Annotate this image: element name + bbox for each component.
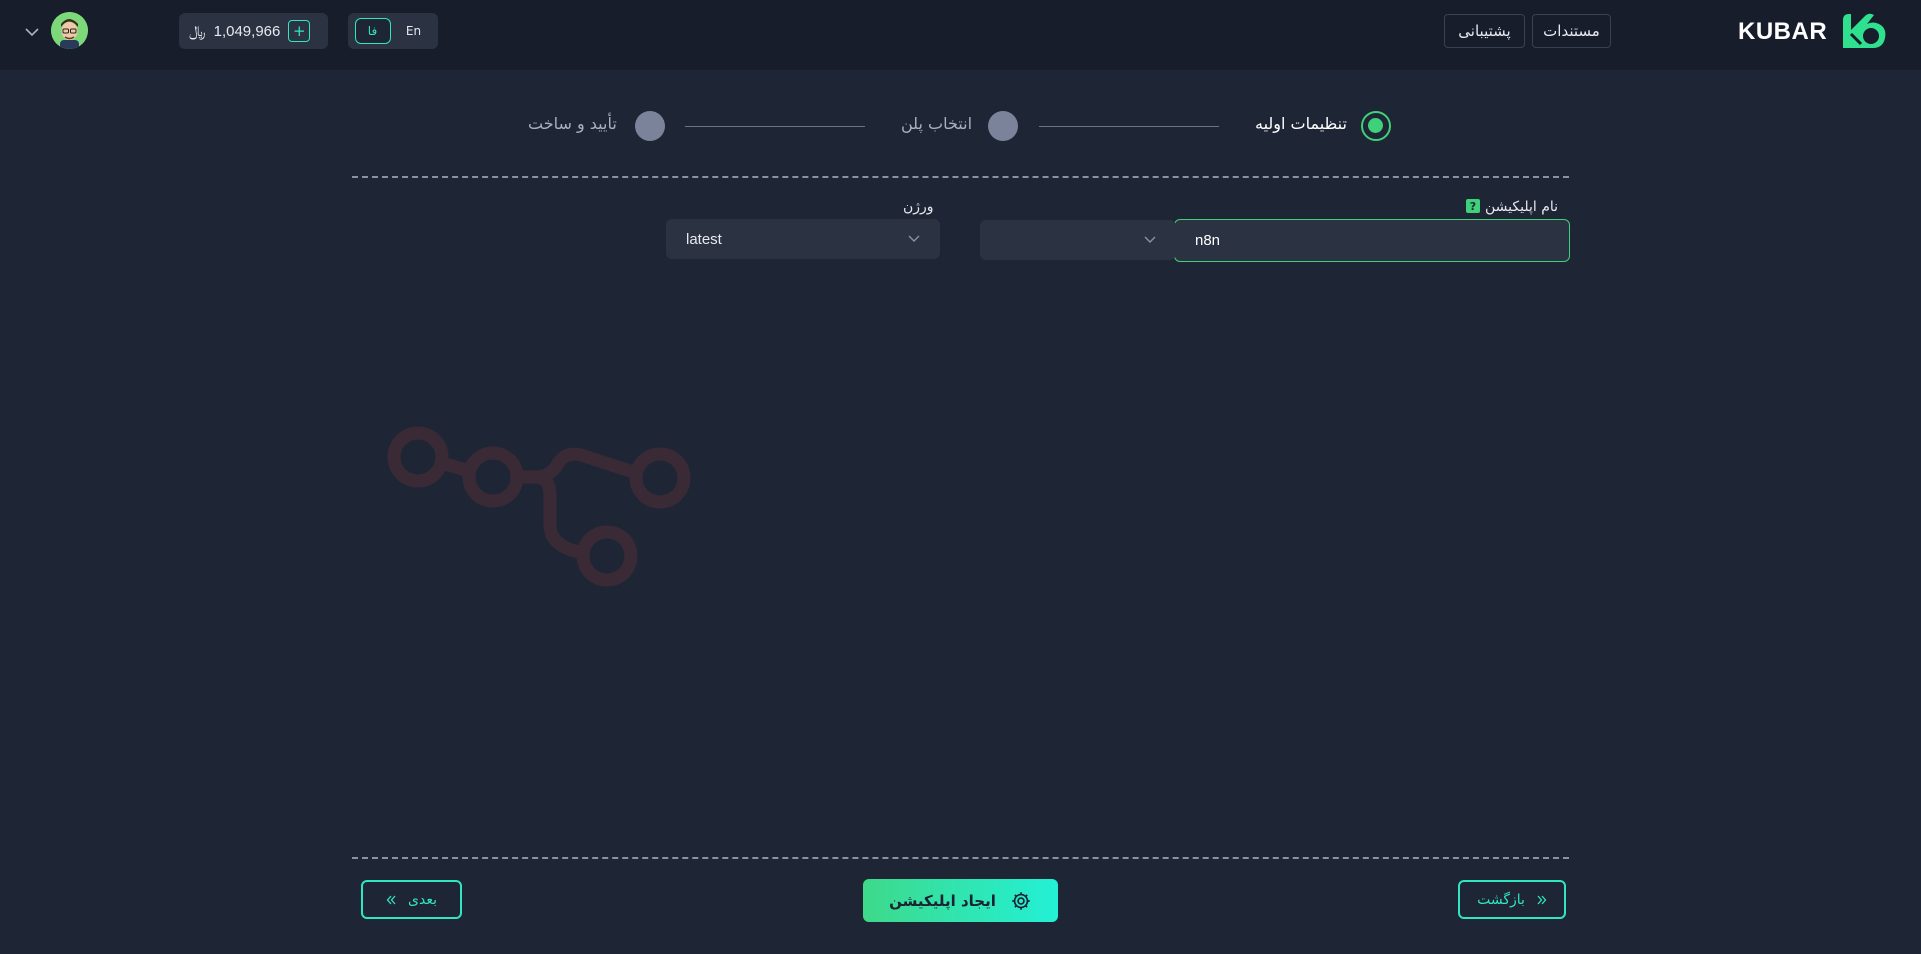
chevron-down-icon [1144,236,1156,243]
image-select[interactable] [980,220,1176,260]
support-link[interactable]: پشتیبانی [1444,14,1525,48]
brand-name: KUBAR [1738,18,1828,45]
help-icon[interactable]: ? [1466,199,1480,213]
app-name-input[interactable] [1174,219,1570,262]
version-select-value: latest [686,230,722,248]
balance-amount: 1,049,966 [213,22,281,40]
app-name-label: نام اپلیکیشن [1485,199,1559,215]
double-chevron-left-icon [386,895,396,904]
currency-icon: ﷼ [189,22,206,40]
divider-bottom [352,857,1569,859]
gear-icon [1012,891,1030,910]
lang-fa-option[interactable]: فا [354,18,391,44]
top-header: + 1,049,966 ﷼ فا En پشتیبانی مستندات KUB… [0,0,1921,70]
step-connector [685,126,865,127]
create-app-button[interactable]: ایجاد اپلیکیشن [863,879,1058,922]
add-credit-button[interactable]: + [288,20,311,42]
next-button-label: بعدی [408,891,437,908]
version-select[interactable]: latest [666,219,940,259]
step-connector [1039,126,1219,127]
step-1-indicator [1361,111,1391,141]
step-2-label: انتخاب پلن [901,114,973,133]
chevron-down-icon [908,235,920,242]
user-avatar[interactable] [51,12,88,49]
brand-logo[interactable]: KUBAR [1738,12,1891,52]
step-2-indicator [988,111,1018,141]
language-switcher: فا En [348,13,438,49]
docs-link[interactable]: مستندات [1532,14,1611,48]
version-label: ورژن [903,199,934,215]
step-3-label: تأیید و ساخت [528,114,617,133]
kubar-cloud-logo [1843,13,1886,48]
n8n-watermark-icon [387,426,691,587]
double-chevron-right-icon [1537,895,1547,904]
create-app-label: ایجاد اپلیکیشن [889,891,996,910]
back-button[interactable]: بازگشت [1458,880,1566,919]
step-3-indicator [635,111,665,141]
lang-en-option[interactable]: En [396,18,432,44]
next-button[interactable]: بعدی [361,880,462,919]
back-button-label: بازگشت [1477,891,1525,908]
chevron-down-icon[interactable] [22,22,42,42]
wallet-balance: + 1,049,966 ﷼ [179,13,328,49]
step-1-label: تنظیمات اولیه [1255,114,1347,133]
divider-top [352,176,1569,178]
